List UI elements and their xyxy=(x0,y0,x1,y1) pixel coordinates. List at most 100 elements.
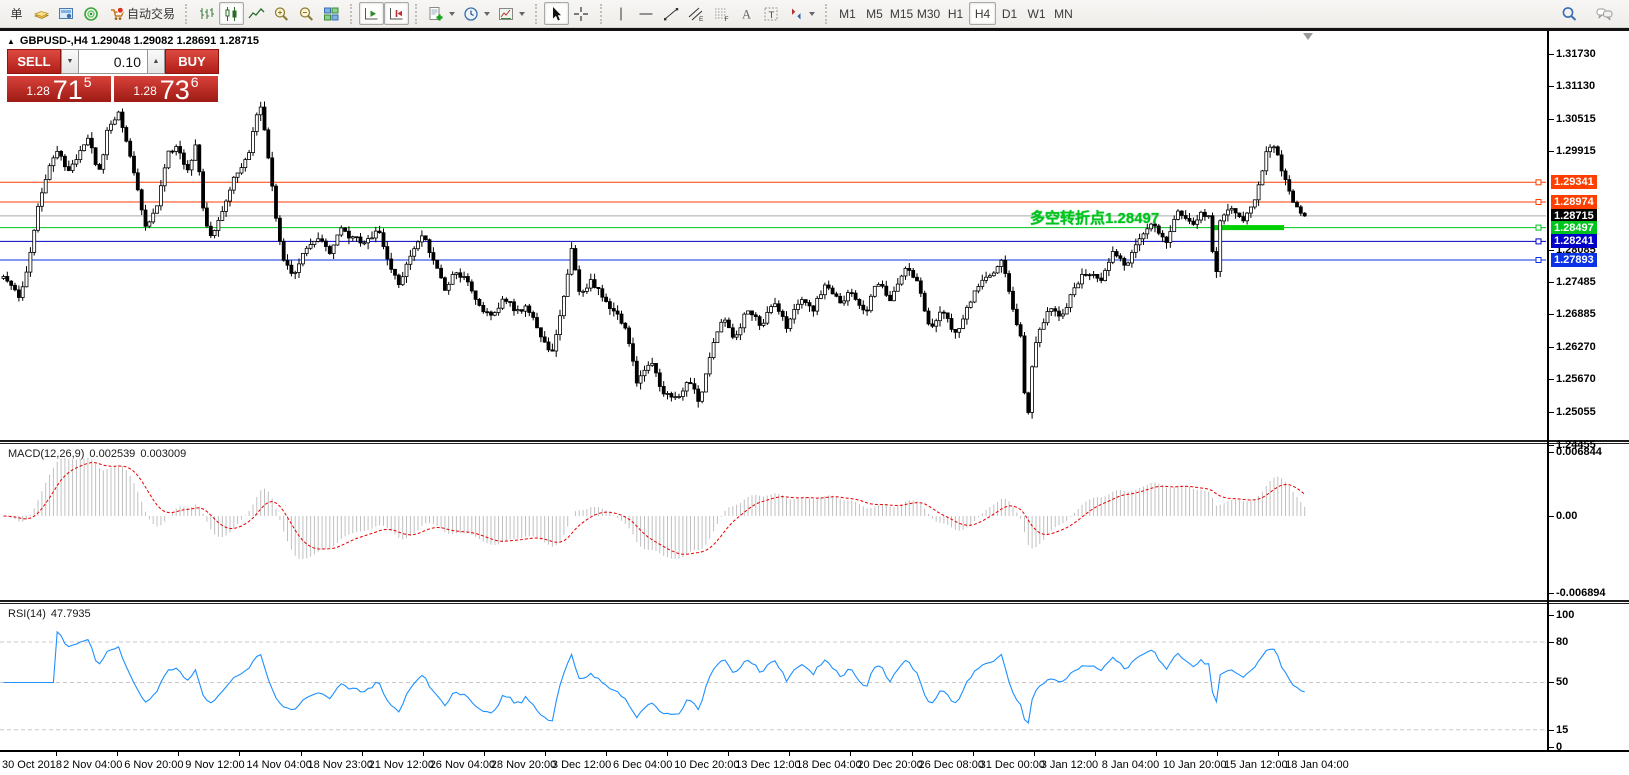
time-axis-label: 6 Dec 04:00 xyxy=(613,759,672,771)
fibo-icon: F xyxy=(713,6,730,22)
timeframe-m30-button[interactable]: M30 xyxy=(915,2,942,25)
price-line-label: 1.27893 xyxy=(1551,253,1597,267)
book-icon xyxy=(33,6,50,22)
arrows-tool-button[interactable] xyxy=(784,2,819,25)
indicators-list-button[interactable] xyxy=(424,2,459,25)
subwindow-divider[interactable] xyxy=(0,440,1629,444)
time-axis-tick xyxy=(484,752,485,756)
timeframe-m1-button[interactable]: M1 xyxy=(834,2,861,25)
time-axis-label: 13 Dec 12:00 xyxy=(735,759,800,771)
horizontal-line-tool-button[interactable] xyxy=(634,2,659,25)
buy-price-button[interactable]: 1.28736 xyxy=(114,76,218,102)
cursor-icon xyxy=(548,6,565,22)
text-label-tool-button[interactable]: T xyxy=(759,2,784,25)
chart-header: ▲ GBPUSD-,H4 1.29048 1.29082 1.28691 1.2… xyxy=(7,35,259,47)
price-axis-label: 1.27485 xyxy=(1556,276,1596,288)
chat-icon xyxy=(1596,6,1613,22)
new-order-button[interactable]: 单 xyxy=(4,2,29,25)
time-axis-tick xyxy=(667,752,668,756)
line-handle[interactable] xyxy=(1536,200,1541,205)
fibonacci-tool-button[interactable]: F xyxy=(709,2,734,25)
data-window-button[interactable] xyxy=(54,2,79,25)
one-click-collapse-icon[interactable]: ▲ xyxy=(7,37,15,46)
new-order-label: 单 xyxy=(10,5,22,22)
chevron-down-icon[interactable] xyxy=(484,12,490,16)
volume-increase-button[interactable]: ▲ xyxy=(147,49,165,74)
periods-button[interactable] xyxy=(459,2,494,25)
price-axis-label: 1.30515 xyxy=(1556,113,1596,125)
green-segment[interactable] xyxy=(1213,225,1284,230)
search-button[interactable] xyxy=(1557,2,1582,25)
rsi-name: RSI(14) xyxy=(8,608,46,620)
main-chart-canvas[interactable] xyxy=(0,33,1548,442)
axis-tick xyxy=(1549,747,1554,748)
market-watch-button[interactable] xyxy=(29,2,54,25)
svg-text:E: E xyxy=(699,16,704,22)
line-handle[interactable] xyxy=(1536,225,1541,230)
tile-windows-button[interactable] xyxy=(319,2,344,25)
time-axis-tick xyxy=(1034,752,1035,756)
timeframe-h1-button[interactable]: H1 xyxy=(942,2,969,25)
svg-text:F: F xyxy=(725,16,729,22)
vertical-line-tool-button[interactable] xyxy=(609,2,634,25)
crosshair-button[interactable] xyxy=(569,2,594,25)
chat-button[interactable] xyxy=(1592,2,1617,25)
crosshair-icon xyxy=(573,6,590,22)
autotrading-button[interactable]: 自动交易 xyxy=(104,2,179,25)
time-axis-tick xyxy=(117,752,118,756)
chevron-down-icon[interactable] xyxy=(449,12,455,16)
time-axis-tick xyxy=(56,752,57,756)
rsi-canvas[interactable] xyxy=(0,604,1548,750)
chart-shift-marker[interactable] xyxy=(1303,33,1313,40)
equidistant-channel-tool-button[interactable]: E xyxy=(684,2,709,25)
auto-scroll-button[interactable] xyxy=(359,2,384,25)
timeframe-h4-button[interactable]: H4 xyxy=(969,2,996,25)
volume-decrease-button[interactable]: ▼ xyxy=(61,49,79,74)
text-tool-button[interactable]: A xyxy=(734,2,759,25)
bar-chart-button[interactable] xyxy=(194,2,219,25)
buy-price-sup: 6 xyxy=(191,74,199,90)
time-axis-label: 31 Dec 00:00 xyxy=(980,759,1045,771)
time-axis-tick xyxy=(362,752,363,756)
macd-value-main: 0.002539 xyxy=(89,448,135,460)
axis-tick xyxy=(1549,682,1554,683)
sell-price-button[interactable]: 1.28715 xyxy=(7,76,111,102)
line-handle[interactable] xyxy=(1536,180,1541,185)
timeframe-m5-button[interactable]: M5 xyxy=(861,2,888,25)
zoom-in-button[interactable] xyxy=(269,2,294,25)
volume-input[interactable] xyxy=(79,49,147,74)
macd-canvas[interactable] xyxy=(0,444,1548,599)
line-handle[interactable] xyxy=(1536,258,1541,263)
candlestick-chart-button[interactable] xyxy=(219,2,244,25)
time-axis-tick xyxy=(973,752,974,756)
cursor-button[interactable] xyxy=(544,2,569,25)
sell-button[interactable]: SELL xyxy=(7,49,61,74)
navigator-button[interactable] xyxy=(79,2,104,25)
time-axis-label: 18 Dec 04:00 xyxy=(796,759,861,771)
chart-shift-icon xyxy=(388,6,405,22)
chevron-down-icon[interactable] xyxy=(519,12,525,16)
toolbar-separator xyxy=(350,4,355,24)
timeframe-d1-button[interactable]: D1 xyxy=(996,2,1023,25)
timeframe-mn-button[interactable]: MN xyxy=(1050,2,1077,25)
candlestick-icon xyxy=(223,6,240,22)
line-handle[interactable] xyxy=(1536,239,1541,244)
axis-tick xyxy=(1549,445,1554,446)
templates-button[interactable] xyxy=(494,2,529,25)
chevron-down-icon[interactable] xyxy=(809,12,815,16)
price-axis[interactable]: 1.317301.311301.305151.299151.280851.274… xyxy=(1549,31,1629,750)
timeframe-w1-button[interactable]: W1 xyxy=(1023,2,1050,25)
chart-shift-button[interactable] xyxy=(384,2,409,25)
trendline-tool-button[interactable] xyxy=(659,2,684,25)
chart-annotation-text[interactable]: 多空转折点1.28497 xyxy=(1030,207,1159,228)
price-axis-label: 1.26885 xyxy=(1556,308,1596,320)
macd-axis-label: 0.006844 xyxy=(1556,446,1602,458)
line-chart-button[interactable] xyxy=(244,2,269,25)
time-axis[interactable]: 30 Oct 20182 Nov 04:006 Nov 20:009 Nov 1… xyxy=(0,750,1629,775)
timeframe-m15-button[interactable]: M15 xyxy=(888,2,915,25)
subwindow-divider[interactable] xyxy=(0,600,1629,604)
macd-signal-line xyxy=(4,463,1305,555)
mt4-window: 单 自动交易 E FAT M1M5M15M30H1H4D1W1MN ▲ GBPUSD-,… xyxy=(0,0,1629,775)
buy-button[interactable]: BUY xyxy=(165,49,219,74)
zoom-out-button[interactable] xyxy=(294,2,319,25)
